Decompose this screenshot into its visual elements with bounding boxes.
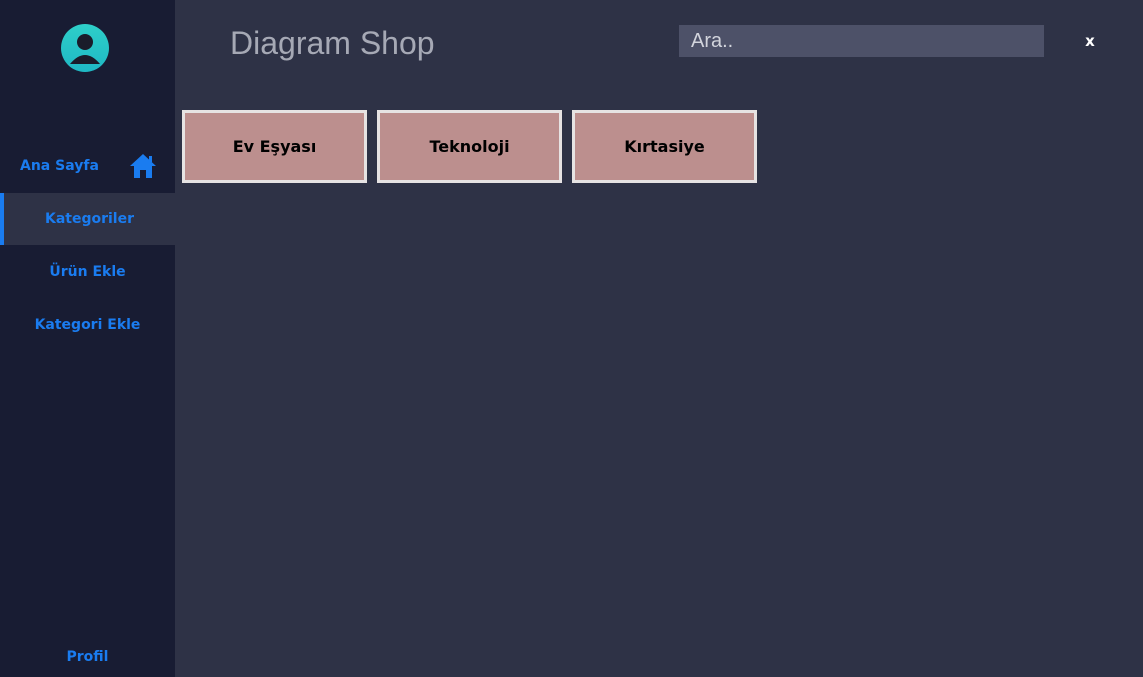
sidebar-item-label: Kategori Ekle	[34, 317, 141, 333]
category-button-ev-esyasi[interactable]: Ev Eşyası	[182, 110, 367, 183]
sidebar: Ana Sayfa Kategoriler Ürün Ekle Kategori…	[0, 0, 175, 677]
sidebar-item-label: Kategoriler	[44, 211, 135, 227]
sidebar-item-urun-ekle[interactable]: Ürün Ekle	[0, 246, 175, 298]
sidebar-item-profil[interactable]: Profil	[0, 633, 175, 677]
sidebar-item-label: Ürün Ekle	[49, 264, 126, 280]
sidebar-item-ana-sayfa[interactable]: Ana Sayfa	[0, 140, 175, 192]
user-avatar-icon[interactable]	[61, 24, 109, 72]
sidebar-item-kategori-ekle[interactable]: Kategori Ekle	[0, 299, 175, 351]
sidebar-item-label: Profil	[66, 649, 109, 665]
close-button[interactable]: x	[1078, 28, 1102, 54]
sidebar-item-label: Ana Sayfa	[20, 158, 99, 174]
home-icon	[129, 153, 157, 179]
search-input[interactable]	[679, 25, 1044, 57]
category-button-kirtasiye[interactable]: Kırtasiye	[572, 110, 757, 183]
category-button-teknoloji[interactable]: Teknoloji	[377, 110, 562, 183]
page-title: Diagram Shop	[230, 25, 435, 61]
app-window: Ana Sayfa Kategoriler Ürün Ekle Kategori…	[0, 0, 1143, 677]
sidebar-item-kategoriler[interactable]: Kategoriler	[0, 193, 175, 245]
